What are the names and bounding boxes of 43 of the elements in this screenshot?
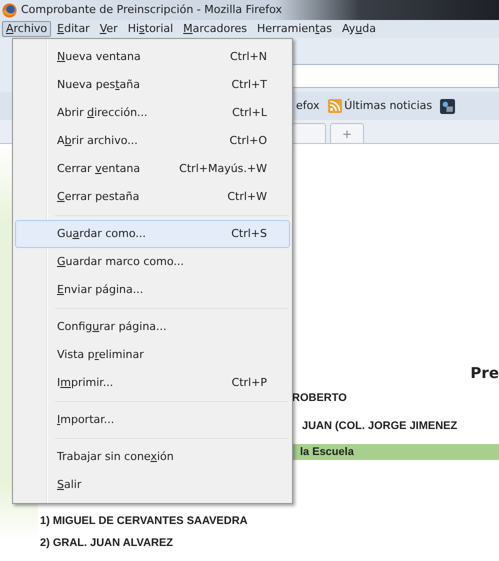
shortcut-label: Ctrl+T (231, 76, 267, 93)
menu-item[interactable]: Ver (96, 21, 122, 37)
section-title: la Escuela (300, 445, 354, 460)
shortcut-label: Ctrl+L (232, 104, 267, 121)
menu-entry[interactable]: Cerrar ventana Ctrl+Mayús.+W (15, 155, 290, 183)
shortcut-label: Ctrl+P (232, 374, 267, 391)
bookmark-icon[interactable] (440, 98, 456, 114)
shortcut-label: Ctrl+S (231, 226, 267, 242)
menu-entry[interactable]: Guardar marco como... (15, 248, 290, 276)
menu-item[interactable]: Marcadores (179, 21, 251, 37)
menu-entry[interactable]: Imprimir... Ctrl+P (15, 369, 290, 397)
menu-entry[interactable]: Enviar página... (15, 276, 290, 304)
menu-entry[interactable]: Salir (15, 471, 290, 499)
menu-entry[interactable]: Guardar como... Ctrl+S (15, 220, 290, 248)
text-line: 2) GRAL. JUAN ALVAREZ (40, 536, 174, 551)
menu-item[interactable]: Historial (124, 21, 178, 37)
menu-entry[interactable]: Configurar página... (15, 313, 290, 341)
window-title: Comprobante de Preinscripción - Mozilla Firefox (21, 2, 282, 18)
shortcut-label: Ctrl+O (230, 132, 267, 149)
text-line: 1) MIGUEL DE CERVANTES SAAVEDRA (40, 514, 248, 529)
menu-entry[interactable]: Vista preliminar (15, 341, 290, 369)
menu-item[interactable]: Editar (53, 21, 94, 37)
page-heading: Pre (470, 363, 499, 384)
menu-entry[interactable]: Importar... (15, 406, 290, 434)
menu-entry[interactable]: Nueva ventana Ctrl+N (15, 43, 290, 71)
browser-logo-icon (2, 2, 17, 18)
menu-item[interactable]: Herramientas (252, 21, 336, 37)
menu-entry[interactable]: Abrir dirección... Ctrl+L (15, 99, 290, 127)
text-line: JUAN (COL. JORGE JIMENEZ (302, 419, 458, 434)
bookmark-link[interactable]: efox (296, 98, 320, 114)
menu-item[interactable]: Archivo (2, 21, 52, 37)
bookmark-link[interactable]: Últimas noticias (344, 98, 432, 114)
text-line: ROBERTO (292, 391, 347, 406)
shortcut-label: Ctrl+Mayús.+W (179, 160, 267, 177)
menu-entry[interactable]: Abrir archivo... Ctrl+O (15, 127, 290, 155)
menu-entry[interactable]: Trabajar sin conexión (15, 443, 290, 471)
menu-entry[interactable]: Cerrar pestaña Ctrl+W (15, 183, 290, 211)
menu-entry[interactable]: Nueva pestaña Ctrl+T (15, 71, 290, 99)
menu-item[interactable]: Ayuda (338, 21, 380, 37)
shortcut-label: Ctrl+W (227, 188, 267, 205)
browser-tab[interactable] (292, 123, 326, 143)
shortcut-label: Ctrl+N (230, 48, 267, 65)
feed-icon[interactable] (328, 99, 342, 113)
